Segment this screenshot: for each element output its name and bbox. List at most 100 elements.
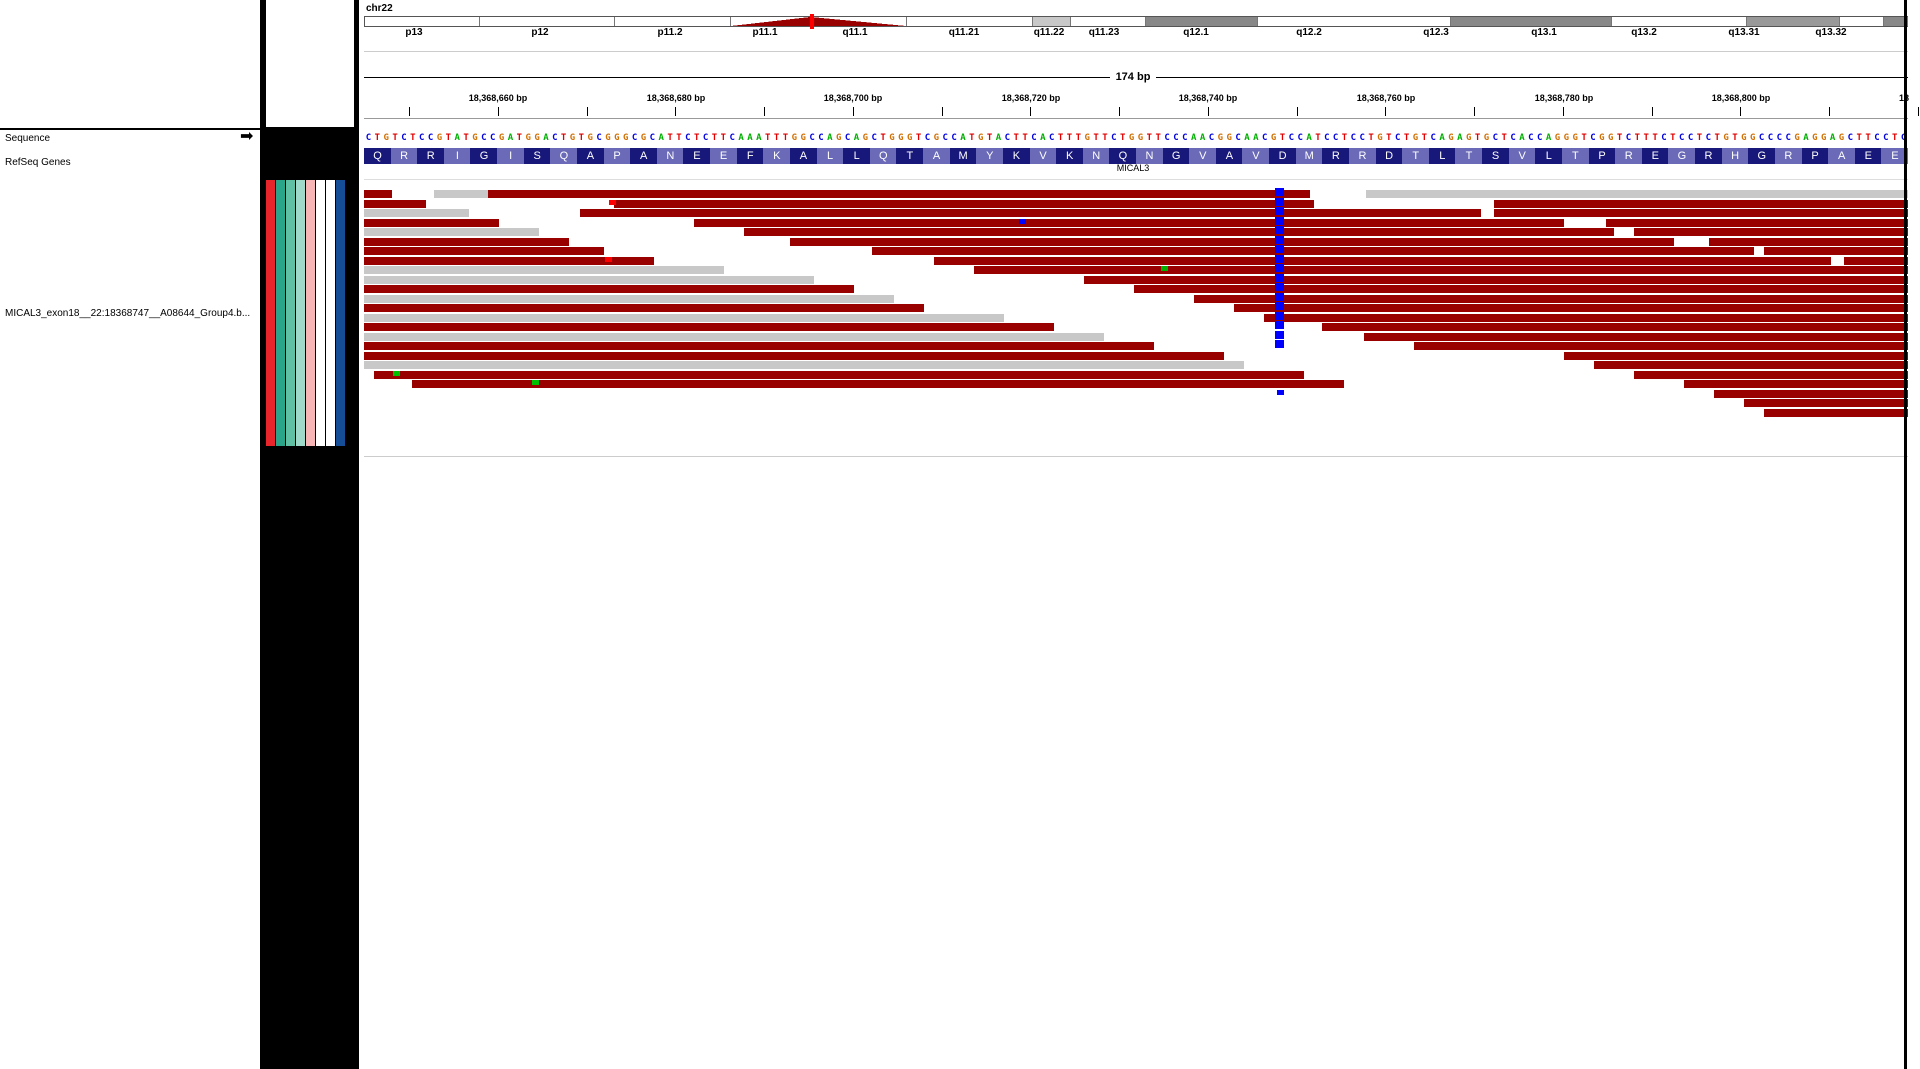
aligned-read[interactable] [614,199,1314,208]
mismatch-base[interactable] [393,370,400,376]
aligned-read[interactable] [364,275,814,284]
mismatch-base[interactable] [1275,292,1284,301]
mismatch-base[interactable] [1275,273,1284,282]
ideogram-band[interactable] [1146,17,1258,26]
attribute-cell[interactable] [286,180,295,446]
aligned-read[interactable] [1264,313,1908,322]
ideogram-band[interactable] [811,17,907,26]
aligned-read[interactable] [790,237,1674,246]
chromosome-ideogram[interactable] [364,14,1908,29]
ideogram-band[interactable] [1612,17,1747,26]
aligned-read[interactable] [364,199,426,208]
sequence-track-label[interactable]: Sequence [5,133,50,144]
mismatch-base[interactable] [1019,218,1026,224]
data-panel[interactable]: chr22 p13 p12 p11.2 p11.1 q11.1 q11.21 q11.22 q… [356,0,1919,1069]
aligned-read[interactable] [1366,190,1908,198]
aligned-read[interactable] [364,285,854,293]
ideogram-band[interactable] [1033,17,1071,26]
aligned-read[interactable] [364,323,1054,331]
current-position-marker[interactable] [810,14,814,29]
ideogram-band[interactable] [731,17,811,26]
aligned-read[interactable] [1594,361,1908,369]
aligned-read[interactable] [1564,351,1908,360]
ideogram-band[interactable] [1071,17,1146,26]
aligned-read[interactable] [872,247,1754,255]
ideogram-band[interactable] [907,17,1033,26]
aligned-read[interactable] [1322,323,1908,331]
aligned-read[interactable] [744,228,1614,236]
attribute-cell[interactable] [296,180,305,446]
mismatch-base[interactable] [1277,389,1284,395]
aligned-read[interactable] [934,256,1831,265]
mismatch-base[interactable] [609,199,616,205]
aligned-read[interactable] [1084,275,1908,284]
attribute-cell[interactable] [316,180,325,446]
attribute-cell[interactable] [266,180,275,446]
aligned-read[interactable] [364,304,924,312]
aligned-read[interactable] [488,190,1310,198]
aligned-read[interactable] [1634,370,1908,379]
aligned-read[interactable] [364,237,569,246]
aligned-read[interactable] [364,218,499,227]
aligned-read[interactable] [1709,237,1908,246]
aligned-read[interactable] [1194,294,1908,303]
aligned-read[interactable] [374,370,1304,379]
aligned-read[interactable] [580,209,1481,217]
aligned-read[interactable] [364,313,1004,322]
strand-arrow-icon[interactable]: ➡ [240,129,253,145]
mismatch-base[interactable] [1275,302,1284,310]
aligned-read[interactable] [694,218,1564,227]
alignment-track-label[interactable]: MICAL3_exon18__22:18368747__A08644_Group… [5,308,250,319]
ideogram-band[interactable] [615,17,731,26]
aligned-read[interactable] [1494,209,1908,217]
mismatch-base[interactable] [1275,340,1284,348]
mismatch-base[interactable] [1275,245,1284,253]
aligned-read[interactable] [1714,389,1908,398]
chromosome-label[interactable]: chr22 [366,3,393,14]
ideogram-band[interactable] [1451,17,1612,26]
ideogram-band[interactable] [365,17,480,26]
mismatch-base[interactable] [1275,330,1284,339]
aligned-read[interactable] [364,266,724,274]
aligned-read[interactable] [364,228,539,236]
aligned-read[interactable] [364,351,1224,360]
attribute-cell[interactable] [276,180,285,446]
aligned-read[interactable] [1744,399,1908,407]
aligned-read[interactable] [434,190,492,198]
aligned-read[interactable] [1364,332,1908,341]
mismatch-base[interactable] [1275,264,1284,272]
refseq-track-label[interactable]: RefSeq Genes [5,157,71,168]
mismatch-base[interactable] [1275,283,1284,291]
attribute-cell[interactable] [336,180,345,446]
aligned-read[interactable] [1134,285,1908,293]
aligned-read[interactable] [1764,247,1908,255]
mismatch-base[interactable] [1275,216,1284,225]
ideogram-band[interactable] [1747,17,1840,26]
aligned-read[interactable] [1634,228,1908,236]
mismatch-base[interactable] [1275,311,1284,320]
attribute-cell[interactable] [326,180,335,446]
aligned-read[interactable] [364,332,1104,341]
ideogram-band[interactable] [1258,17,1451,26]
ideogram-band[interactable] [480,17,615,26]
mismatch-base[interactable] [532,380,539,385]
ideogram-band[interactable] [1840,17,1884,26]
mismatch-base[interactable] [1275,235,1284,244]
attribute-cell[interactable] [306,180,315,446]
aligned-read[interactable] [1414,342,1908,350]
gene-name-label[interactable]: MICAL3 [359,163,1907,173]
mismatch-base[interactable] [1161,266,1168,271]
reference-sequence[interactable]: CTGTCTCCGTATGCCGATGGACTGTGCGGGCGCATTCTCT… [364,133,1908,143]
aligned-read[interactable] [1606,218,1908,227]
aligned-read[interactable] [364,361,1244,369]
aligned-read[interactable] [1234,304,1908,312]
aligned-read[interactable] [1764,408,1908,417]
aligned-read[interactable] [974,266,1908,274]
aligned-read[interactable] [364,190,392,198]
aligned-read[interactable] [364,294,894,303]
amino-acid-translation[interactable]: QRRIGISQAPANEEFKALLQTAMYKVKNQNGVAVDMRRDT… [364,148,1909,164]
mismatch-base[interactable] [1275,188,1284,196]
aligned-read[interactable] [364,342,1154,350]
mismatch-base[interactable] [1275,254,1284,263]
aligned-read[interactable] [364,247,604,255]
